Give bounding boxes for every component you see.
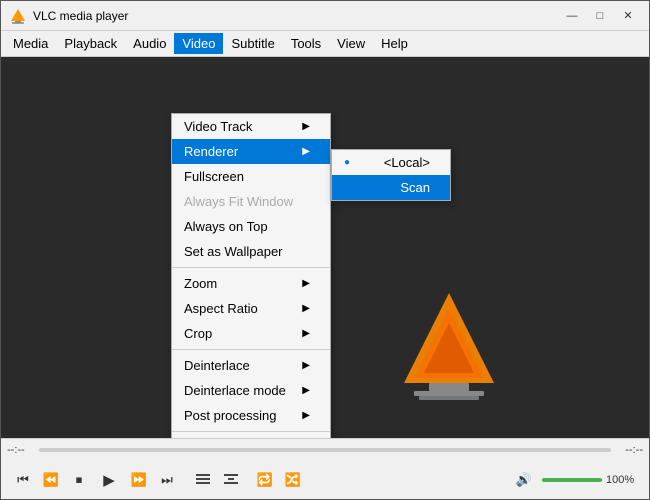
vlc-cone-watermark	[399, 288, 499, 408]
zoom-item[interactable]: Zoom ▶	[172, 271, 330, 296]
stop-button[interactable]: ⏹	[65, 466, 93, 494]
menu-media[interactable]: Media	[5, 33, 56, 54]
video-dropdown-menu: Video Track ▶ Renderer ▶ Fullscreen Alwa…	[171, 113, 331, 438]
maximize-button[interactable]: □	[587, 6, 613, 26]
submenu-arrow-icon: ▶	[302, 121, 310, 132]
video-area: Video Track ▶ Renderer ▶ Fullscreen Alwa…	[1, 57, 649, 438]
seek-bar[interactable]	[39, 448, 611, 452]
playlist-icon	[196, 474, 210, 486]
post-processing-item[interactable]: Post processing ▶	[172, 403, 330, 428]
bullet-icon: ●	[344, 157, 350, 168]
take-snapshot-item[interactable]: Take Snapshot	[172, 435, 330, 438]
bottom-controls: --:-- --:-- ⏮ ⏪ ⏹ ▶ ⏩ ⏭	[1, 438, 649, 499]
menu-bar: Media Playback Audio Video Subtitle Tool…	[1, 31, 649, 57]
submenu-arrow-zoom-icon: ▶	[302, 278, 310, 289]
extended-settings-button[interactable]	[217, 466, 245, 494]
next-frame-button[interactable]: ⏭	[153, 466, 181, 494]
time-left: --:--	[7, 444, 35, 456]
separator-1	[172, 267, 330, 268]
submenu-arrow-aspect-icon: ▶	[302, 303, 310, 314]
menu-audio[interactable]: Audio	[125, 33, 174, 54]
submenu-arrow-deinterlace-mode-icon: ▶	[302, 385, 310, 396]
volume-area: 🔊 100%	[510, 466, 641, 494]
title-bar: VLC media player — □ ✕	[1, 1, 649, 31]
always-on-top-item[interactable]: Always on Top	[172, 214, 330, 239]
minimize-button[interactable]: —	[559, 6, 585, 26]
volume-bar[interactable]	[542, 478, 602, 482]
renderer-item[interactable]: Renderer ▶	[172, 139, 330, 164]
menu-tools[interactable]: Tools	[283, 33, 329, 54]
menu-video[interactable]: Video	[174, 33, 223, 54]
submenu-arrow-post-icon: ▶	[302, 410, 310, 421]
menu-help[interactable]: Help	[373, 33, 416, 54]
always-fit-window-item[interactable]: Always Fit Window	[172, 189, 330, 214]
renderer-submenu: ● <Local> ● Scan	[331, 149, 451, 201]
seek-bar-row: --:-- --:--	[1, 439, 649, 461]
random-button[interactable]: 🔀	[279, 466, 307, 494]
menu-view[interactable]: View	[329, 33, 373, 54]
volume-label: 100%	[606, 474, 641, 486]
deinterlace-item[interactable]: Deinterlace ▶	[172, 353, 330, 378]
menu-subtitle[interactable]: Subtitle	[223, 33, 282, 54]
close-button[interactable]: ✕	[615, 6, 641, 26]
mute-button[interactable]: 🔊	[510, 466, 538, 494]
deinterlace-mode-item[interactable]: Deinterlace mode ▶	[172, 378, 330, 403]
separator-2	[172, 349, 330, 350]
submenu-arrow-deinterlace-icon: ▶	[302, 360, 310, 371]
local-renderer-item[interactable]: ● <Local>	[332, 150, 450, 175]
window-title: VLC media player	[33, 9, 559, 23]
fullscreen-item[interactable]: Fullscreen	[172, 164, 330, 189]
crop-item[interactable]: Crop ▶	[172, 321, 330, 346]
app-icon	[9, 7, 27, 25]
play-button[interactable]: ▶	[93, 464, 125, 496]
aspect-ratio-item[interactable]: Aspect Ratio ▶	[172, 296, 330, 321]
menu-playback[interactable]: Playback	[56, 33, 125, 54]
submenu-arrow-crop-icon: ▶	[302, 328, 310, 339]
app-window: VLC media player — □ ✕ Media Playback Au…	[0, 0, 650, 500]
time-right: --:--	[615, 444, 643, 456]
set-as-wallpaper-item[interactable]: Set as Wallpaper	[172, 239, 330, 264]
loop-button[interactable]: 🔁	[251, 466, 279, 494]
skip-forward-button[interactable]: ⏩	[125, 466, 153, 494]
toggle-playlist-button[interactable]	[189, 466, 217, 494]
settings-icon	[224, 473, 238, 487]
window-controls: — □ ✕	[559, 6, 641, 26]
separator-3	[172, 431, 330, 432]
skip-back-button[interactable]: ⏪	[37, 466, 65, 494]
submenu-arrow-renderer-icon: ▶	[302, 146, 310, 157]
scan-item[interactable]: ● Scan	[332, 175, 450, 200]
video-track-item[interactable]: Video Track ▶	[172, 114, 330, 139]
volume-fill	[542, 478, 602, 482]
prev-frame-button[interactable]: ⏮	[9, 466, 37, 494]
controls-row: ⏮ ⏪ ⏹ ▶ ⏩ ⏭	[1, 461, 649, 499]
